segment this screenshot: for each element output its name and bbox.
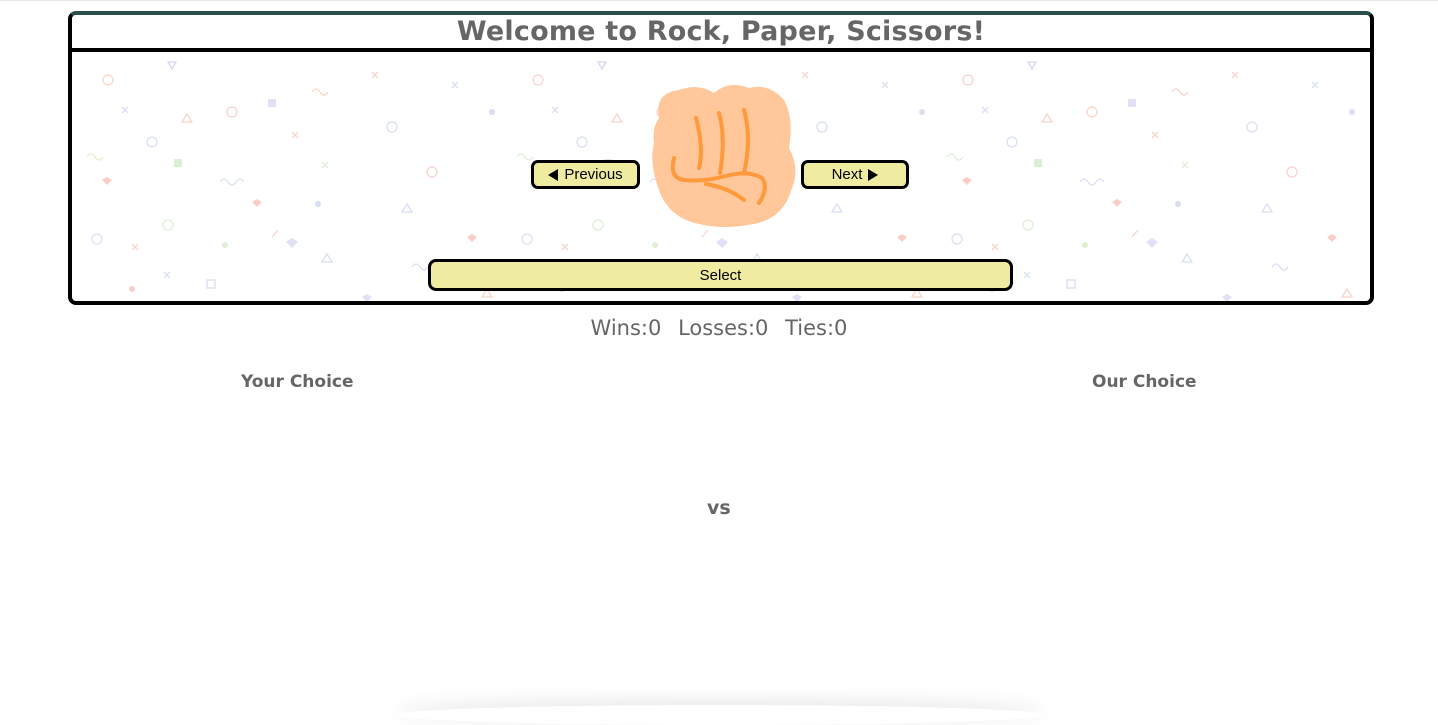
rock-fist-icon [652,84,796,227]
scoreboard: Wins:0 Losses:0 Ties:0 [0,316,1438,340]
previous-button[interactable]: Previous [531,160,640,189]
versus-label: vs [707,497,731,519]
bottom-panel-shadow [395,705,1045,725]
next-label: Next [831,166,863,183]
wins-count: Wins:0 [590,316,662,340]
our-choice-heading: Our Choice [1092,372,1197,392]
page-title: Welcome to Rock, Paper, Scissors! [456,16,986,47]
arrow-right-icon [868,168,879,181]
your-choice-heading: Your Choice [241,372,354,392]
previous-label: Previous [564,166,623,183]
select-button[interactable]: Select [428,259,1013,291]
next-button[interactable]: Next [801,160,909,189]
top-divider [0,0,1438,1]
header-bar: Welcome to Rock, Paper, Scissors! [72,15,1370,52]
losses-count: Losses:0 [678,316,769,340]
ties-count: Ties:0 [785,316,848,340]
game-panel: Welcome to Rock, Paper, Scissors! Previo… [68,11,1374,305]
arrow-left-icon [548,168,559,181]
